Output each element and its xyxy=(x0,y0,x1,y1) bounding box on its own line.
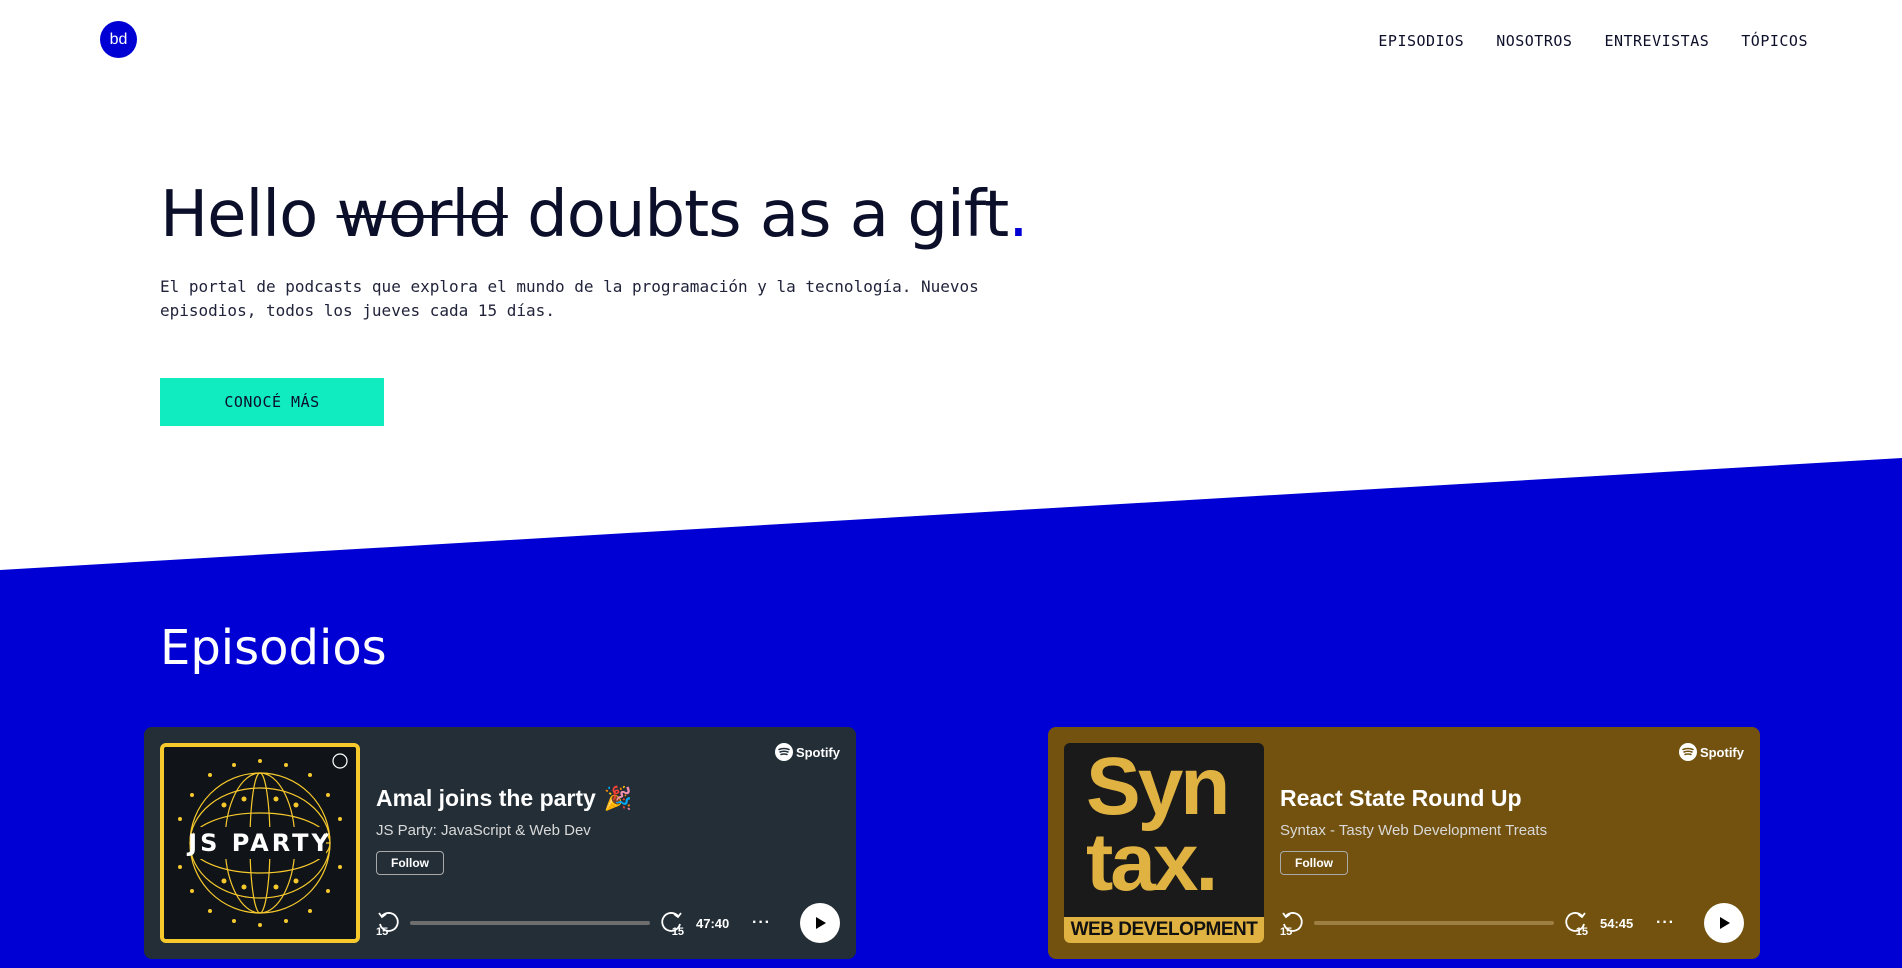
podcast-cover-jsparty[interactable]: JS PARTY xyxy=(160,743,360,943)
nav-link-nosotros[interactable]: NOSOTROS xyxy=(1496,32,1572,50)
spotify-icon xyxy=(774,743,793,761)
skip-forward-15-icon[interactable]: 15 xyxy=(1562,910,1588,938)
podcast-cover-syntax[interactable]: Syn tax. WEB DEVELOPMENT xyxy=(1064,743,1264,943)
syntax-cover-logo: Syn tax. xyxy=(1086,743,1230,908)
spotify-icon xyxy=(1678,743,1697,761)
play-button[interactable] xyxy=(800,903,840,943)
spotify-label: Spotify xyxy=(795,744,840,760)
party-popper-icon: 🎉 xyxy=(603,785,633,811)
skip-back-15-icon[interactable]: 15 xyxy=(376,910,402,938)
nav-link-episodios[interactable]: EPISODIOS xyxy=(1378,32,1464,50)
nav-link-topicos[interactable]: TÓPICOS xyxy=(1741,32,1808,50)
audio-player: 15 15 47:40 ··· xyxy=(376,903,840,943)
skip-back-15-icon[interactable]: 15 xyxy=(1280,910,1306,938)
progress-bar[interactable] xyxy=(410,921,650,925)
hero-description: El portal de podcasts que explora el mun… xyxy=(160,277,979,320)
main-nav: EPISODIOS NOSOTROS ENTREVISTAS TÓPICOS xyxy=(1378,32,1808,50)
hero-title-strike: world xyxy=(336,178,509,252)
episode-title[interactable]: React State Round Up xyxy=(1280,785,1744,812)
skip-forward-label: 15 xyxy=(671,926,684,938)
progress-bar[interactable] xyxy=(1314,921,1554,925)
episode-title-text: React State Round Up xyxy=(1280,785,1522,811)
episodes-section-title: Episodios xyxy=(160,620,387,676)
skip-back-label: 15 xyxy=(376,926,389,938)
episode-duration: 47:40 xyxy=(696,915,730,931)
jsparty-cover-text: JS PARTY xyxy=(188,829,332,857)
syntax-cover-banner: WEB DEVELOPMENT xyxy=(1064,917,1264,943)
spotify-brand[interactable]: Spotify xyxy=(1678,743,1744,761)
spotify-brand[interactable]: Spotify xyxy=(774,743,840,761)
more-options-icon[interactable]: ··· xyxy=(752,914,786,932)
episode-card-jsparty: JS PARTY Spotify Amal joins the party 🎉 … xyxy=(144,727,856,959)
nav-link-entrevistas[interactable]: ENTREVISTAS xyxy=(1604,32,1709,50)
play-icon xyxy=(816,917,826,929)
syntax-cover-line2: tax. xyxy=(1086,817,1218,908)
conoce-mas-button[interactable]: CONOCÉ MÁS xyxy=(160,378,384,426)
episode-info: Spotify Amal joins the party 🎉 JS Party:… xyxy=(360,743,840,943)
site-logo[interactable]: bd xyxy=(100,21,137,58)
show-name[interactable]: JS Party: JavaScript & Web Dev xyxy=(376,822,840,839)
episode-title[interactable]: Amal joins the party 🎉 xyxy=(376,785,840,812)
follow-button[interactable]: Follow xyxy=(376,851,444,875)
site-logo-text: bd xyxy=(109,30,128,48)
skip-forward-15-icon[interactable]: 15 xyxy=(658,910,684,938)
audio-player: 15 15 54:45 ··· xyxy=(1280,903,1744,943)
episode-info: Spotify React State Round Up Syntax - Ta… xyxy=(1264,743,1744,943)
hero-title: Hello world doubts as a gift. xyxy=(160,178,1029,252)
hero-title-dot: . xyxy=(1008,178,1028,252)
skip-forward-label: 15 xyxy=(1575,926,1588,938)
skip-back-label: 15 xyxy=(1280,926,1293,938)
syntax-cover-line1: Syn xyxy=(1086,743,1230,832)
play-button[interactable] xyxy=(1704,903,1744,943)
episode-title-text: Amal joins the party xyxy=(376,785,596,811)
hero-title-suffix: doubts as a gift xyxy=(507,178,1009,252)
episode-duration: 54:45 xyxy=(1600,915,1634,931)
spotify-label: Spotify xyxy=(1699,744,1744,760)
play-icon xyxy=(1720,917,1730,929)
more-options-icon[interactable]: ··· xyxy=(1656,914,1690,932)
follow-button[interactable]: Follow xyxy=(1280,851,1348,875)
show-name[interactable]: Syntax - Tasty Web Development Treats xyxy=(1280,822,1744,839)
episode-card-syntax: Syn tax. WEB DEVELOPMENT Spotify React S… xyxy=(1048,727,1760,959)
hero-title-prefix: Hello xyxy=(160,178,337,252)
